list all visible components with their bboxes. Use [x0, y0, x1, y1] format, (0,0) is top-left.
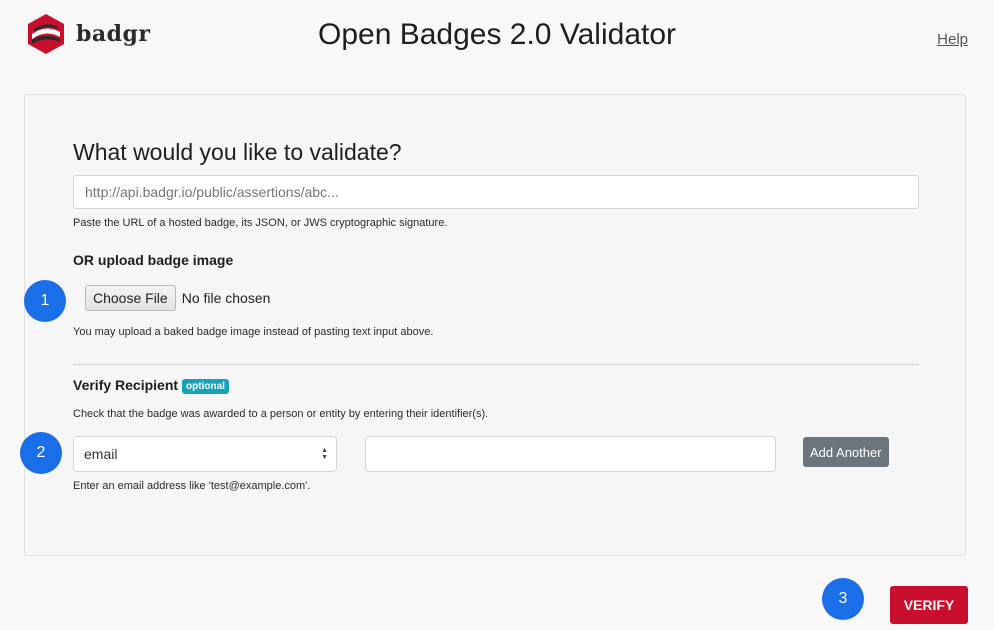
- recipient-identifier-input[interactable]: [365, 436, 776, 472]
- section-divider: [73, 364, 919, 365]
- select-arrows-icon: ▲ ▼: [321, 447, 328, 461]
- badge-url-input[interactable]: [73, 175, 919, 209]
- email-help-text: Enter an email address like 'test@exampl…: [73, 480, 311, 492]
- recipient-type-value: email: [84, 446, 118, 462]
- file-upload-row: Choose File No file chosen: [85, 285, 270, 311]
- url-help-text: Paste the URL of a hosted badge, its JSO…: [73, 217, 448, 229]
- page-title: Open Badges 2.0 Validator: [317, 18, 677, 51]
- step-marker-2: 2: [20, 432, 62, 474]
- add-another-button[interactable]: Add Another: [803, 437, 889, 467]
- form-question-heading: What would you like to validate?: [73, 139, 402, 165]
- help-link[interactable]: Help: [937, 31, 968, 48]
- verify-recipient-label: Verify Recipient: [73, 377, 179, 393]
- upload-help-text: You may upload a baked badge image inste…: [73, 326, 434, 338]
- recipient-help-text: Check that the badge was awarded to a pe…: [73, 408, 489, 420]
- optional-badge: optional: [182, 379, 229, 394]
- step-marker-3: 3: [822, 578, 864, 620]
- verify-button[interactable]: VERIFY: [890, 586, 968, 624]
- validator-form-card: What would you like to validate? Paste t…: [24, 94, 966, 556]
- recipient-type-select[interactable]: email ▲ ▼: [73, 436, 337, 472]
- file-status-text: No file chosen: [181, 290, 271, 306]
- choose-file-button[interactable]: Choose File: [85, 285, 176, 311]
- step-marker-1: 1: [24, 280, 66, 322]
- verify-recipient-heading: Verify Recipient optional: [73, 377, 229, 394]
- upload-heading: OR upload badge image: [73, 252, 234, 268]
